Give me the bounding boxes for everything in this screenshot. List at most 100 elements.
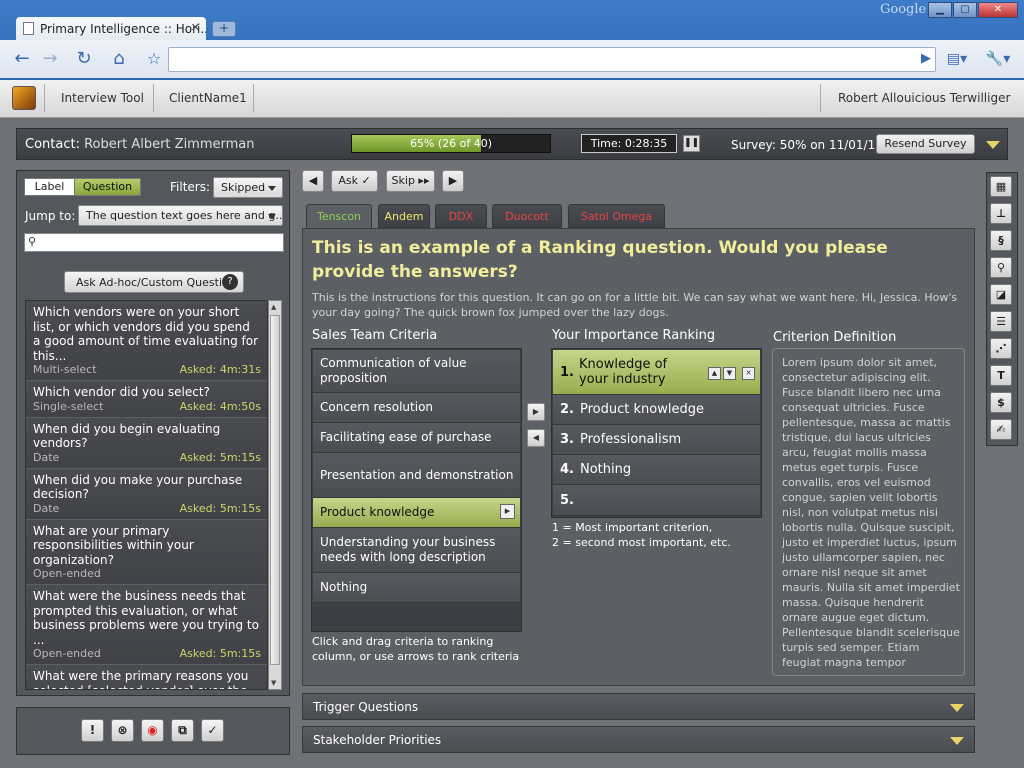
vendor-tab[interactable]: DDX (435, 204, 487, 228)
review-icon[interactable]: ⧉ (171, 719, 194, 742)
divider (820, 84, 821, 112)
audio-icon[interactable]: ◉ (141, 719, 164, 742)
question-list-item[interactable]: Which vendor did you select? Single-selec… (26, 381, 267, 418)
move-right-button[interactable]: ▶ (527, 403, 545, 421)
question-list-item[interactable]: When did you make your purchase decision… (26, 468, 267, 520)
criterion-item[interactable]: Understanding your business needs with l… (313, 528, 520, 573)
vendor-tab[interactable]: Andem (378, 204, 430, 228)
collapse-chevron-icon[interactable] (986, 141, 1000, 149)
move-left-button[interactable]: ◀ (527, 429, 545, 447)
client-name-link[interactable]: ClientName1 (169, 91, 247, 105)
criterion-label: Nothing (320, 580, 368, 594)
criterion-item[interactable]: Product knowledge ▶ (313, 498, 520, 528)
remove-icon[interactable]: ✕ (742, 367, 755, 380)
question-list[interactable]: Which vendors were on your short list, o… (25, 300, 268, 690)
label-toggle[interactable]: Label (24, 178, 75, 196)
vendor-tab[interactable]: Satol Omega (568, 204, 665, 228)
scrollbar-thumb[interactable] (270, 315, 280, 665)
org-chart-icon[interactable]: ⋰ (990, 338, 1012, 359)
trigger-questions-accordion[interactable]: Trigger Questions (302, 693, 975, 720)
pause-button[interactable]: ❚❚ (683, 135, 700, 152)
back-icon[interactable]: ← (11, 48, 33, 70)
cancel-icon[interactable]: ⊗ (111, 719, 134, 742)
chevron-down-icon (950, 737, 964, 745)
ranking-slot[interactable]: 3. Professionalism (553, 425, 760, 455)
next-question-button[interactable]: ▶ (442, 170, 464, 192)
stakeholder-priorities-accordion[interactable]: Stakeholder Priorities (302, 726, 975, 753)
question-list-item[interactable]: What are your primary responsibilities w… (26, 519, 267, 585)
progress-text: 65% (26 of 40) (409, 137, 493, 150)
forward-icon[interactable]: → (39, 48, 61, 70)
page-menu-icon[interactable]: ▤▾ (944, 48, 970, 70)
accordion-label: Trigger Questions (313, 700, 419, 714)
ranking-hint: 1 = Most important criterion, 2 = second… (552, 521, 731, 550)
go-icon[interactable]: ▶ (921, 51, 931, 66)
close-tab-icon[interactable]: ✕ (191, 21, 200, 34)
question-text: What are your primary responsibilities w… (33, 523, 194, 567)
maximize-button[interactable]: ▢ (953, 2, 977, 18)
dollar-icon[interactable]: $ (990, 392, 1012, 413)
pin-icon[interactable]: ⊥ (990, 203, 1012, 224)
scroll-up-icon[interactable]: ▲ (271, 303, 276, 311)
resend-survey-button[interactable]: Resend Survey (876, 134, 975, 154)
jump-to-label: Jump to: (25, 209, 76, 223)
vendor-tab[interactable]: Duocott (492, 204, 562, 228)
bookmark-star-icon[interactable]: ☆ (143, 48, 165, 70)
criterion-item[interactable]: Nothing (313, 573, 520, 603)
user-name[interactable]: Robert Allouicious Terwilliger (838, 91, 1010, 105)
question-list-item[interactable]: When did you begin evaluating vendors? Da… (26, 417, 267, 469)
move-up-icon[interactable]: ▲ (708, 367, 721, 380)
wrench-menu-icon[interactable]: 🔧▾ (983, 48, 1013, 70)
question-text: What were the primary reasons you select… (33, 669, 249, 689)
question-list-scrollbar[interactable]: ▲ ▼ (268, 300, 282, 690)
ranking-slot[interactable]: 5. (553, 485, 760, 516)
question-toggle[interactable]: Question (74, 178, 141, 196)
skip-button[interactable]: Skip ▸▸ (386, 170, 435, 192)
criterion-item[interactable]: Facilitating ease of purchase (313, 423, 520, 453)
rank-label: Product knowledge (580, 402, 704, 417)
criterion-item[interactable]: Concern resolution (313, 393, 520, 423)
question-text: What were the business needs that prompt… (33, 589, 259, 647)
building-icon[interactable]: ▦ (990, 176, 1012, 197)
app-logo-icon[interactable] (12, 86, 36, 110)
alert-icon[interactable]: ! (81, 719, 104, 742)
interview-tool-link[interactable]: Interview Tool (61, 91, 144, 105)
question-list-item[interactable]: What were the primary reasons you select… (26, 665, 267, 689)
ranking-slot[interactable]: 1. Knowledge of your industry ▲ ▼ ✕ (553, 350, 760, 395)
minimize-button[interactable]: ▁ (928, 2, 952, 18)
move-right-icon[interactable]: ▶ (500, 504, 515, 519)
search-input[interactable]: ⚲ (24, 233, 284, 252)
handshake-icon[interactable]: ✍ (990, 419, 1012, 440)
route-icon[interactable]: § (990, 230, 1012, 251)
ranking-hint-line: 1 = Most important criterion, (552, 521, 713, 534)
magnify-icon[interactable]: ⚲ (990, 257, 1012, 278)
filters-dropdown[interactable]: Skipped (213, 177, 283, 198)
ask-adhoc-question-button[interactable]: Ask Ad-hoc/Custom Question ? (64, 271, 244, 293)
criterion-item[interactable]: Communication of value proposition (313, 350, 520, 393)
ask-button[interactable]: Ask ✓ (331, 170, 378, 192)
tag-icon[interactable]: ◪ (990, 284, 1012, 305)
text-icon[interactable]: T (990, 365, 1012, 386)
vendor-tab[interactable]: Tenscon (306, 204, 372, 228)
move-down-icon[interactable]: ▼ (723, 367, 736, 380)
ranking-slot[interactable]: 4. Nothing (553, 455, 760, 485)
question-list-item[interactable]: What were the business needs that prompt… (26, 585, 267, 665)
ranking-slot[interactable]: 2. Product knowledge (553, 395, 760, 425)
close-window-button[interactable]: ✕ (978, 2, 1018, 18)
scroll-down-icon[interactable]: ▼ (271, 679, 276, 687)
previous-question-button[interactable]: ◀ (302, 170, 324, 192)
browser-tab[interactable]: Primary Intelligence :: Hori... ✕ (16, 17, 206, 41)
address-bar[interactable]: ▶ (168, 47, 936, 72)
asked-time: Asked: 4m:50s (179, 399, 261, 413)
filters-value: Skipped (221, 181, 266, 194)
question-list-item[interactable]: Which vendors were on your short list, o… (26, 301, 267, 381)
list-icon[interactable]: ☰ (990, 311, 1012, 332)
criterion-item[interactable]: Presentation and demonstration (313, 453, 520, 498)
complete-check-icon[interactable]: ✓ (201, 719, 224, 742)
new-tab-button[interactable]: + (212, 21, 236, 37)
help-icon[interactable]: ? (222, 274, 238, 290)
reload-icon[interactable]: ↻ (73, 48, 95, 70)
jump-to-dropdown[interactable]: The question text goes here and g... (78, 205, 283, 226)
home-icon[interactable]: ⌂ (108, 48, 130, 70)
criterion-label: Concern resolution (320, 400, 434, 414)
